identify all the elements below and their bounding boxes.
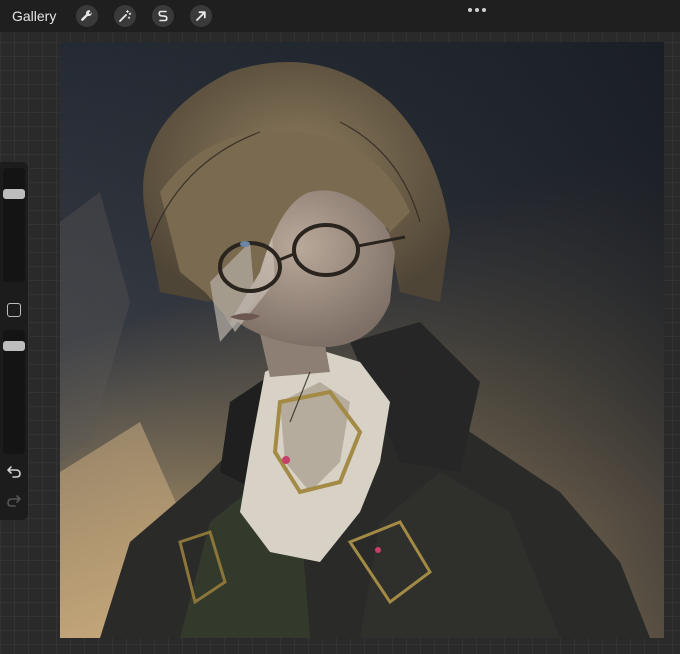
gallery-button[interactable]: Gallery <box>12 8 56 24</box>
redo-icon[interactable] <box>6 494 22 508</box>
undo-icon[interactable] <box>6 465 22 479</box>
wrench-icon <box>81 10 93 21</box>
portrait-painting <box>60 42 664 638</box>
actions-button[interactable] <box>76 5 99 27</box>
top-toolbar: Gallery <box>0 0 680 32</box>
brush-sidebar <box>0 162 28 520</box>
adjustments-button[interactable] <box>114 5 137 27</box>
procreate-app: Gallery <box>0 0 680 654</box>
magic-wand-icon <box>119 10 132 22</box>
brush-opacity-slider[interactable] <box>3 330 25 454</box>
brush-size-slider[interactable] <box>3 168 25 282</box>
brush-opacity-thumb[interactable] <box>3 341 25 352</box>
selection-button[interactable] <box>152 5 175 27</box>
more-dots-icon[interactable] <box>466 6 488 14</box>
brush-size-thumb[interactable] <box>3 188 25 199</box>
transform-button[interactable] <box>190 5 213 27</box>
arrow-cursor-icon <box>196 11 207 21</box>
drawing-canvas[interactable] <box>60 42 664 638</box>
selection-s-icon <box>158 10 168 22</box>
square-modify-icon[interactable] <box>7 303 21 317</box>
